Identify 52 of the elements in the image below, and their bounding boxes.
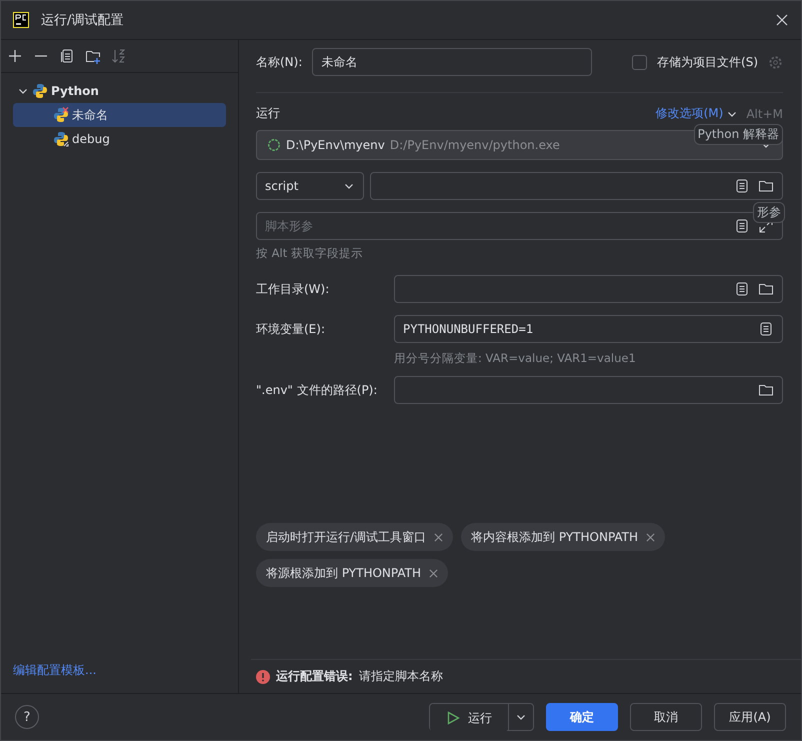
- script-type-dropdown[interactable]: script: [256, 172, 364, 200]
- shortcut-hint: Alt+M: [746, 106, 783, 120]
- error-message: 请指定脚本名称: [358, 668, 443, 685]
- new-folder-icon[interactable]: [85, 48, 101, 64]
- play-icon: [446, 711, 460, 725]
- copy-icon[interactable]: [59, 48, 75, 64]
- tree-item[interactable]: debug: [13, 127, 226, 151]
- error-title: 运行配置错误:: [276, 668, 353, 685]
- edit-templates-link[interactable]: 编辑配置模板...: [1, 662, 238, 693]
- python-icon: [53, 107, 69, 123]
- folder-icon[interactable]: [758, 382, 774, 398]
- close-icon[interactable]: [775, 13, 789, 27]
- option-tag[interactable]: 启动时打开运行/调试工具窗口: [256, 523, 454, 551]
- tree-item[interactable]: 未命名: [13, 103, 226, 127]
- apply-button[interactable]: 应用(A): [714, 703, 786, 731]
- name-label: 名称(N):: [256, 54, 302, 70]
- app-logo-icon: [13, 12, 29, 28]
- ok-button[interactable]: 确定: [546, 703, 618, 731]
- input-field[interactable]: PYTHONUNBUFFERED=1: [394, 315, 783, 343]
- name-field[interactable]: 未命名: [312, 48, 592, 76]
- folder-icon[interactable]: [758, 178, 774, 194]
- list-icon[interactable]: [734, 218, 750, 234]
- field-label: 环境变量(E):: [256, 320, 326, 338]
- window-title: 运行/调试配置: [41, 12, 124, 29]
- spinner-icon: [267, 138, 281, 152]
- folder-icon[interactable]: [758, 281, 774, 297]
- python-icon: [53, 131, 69, 147]
- sort-icon[interactable]: [111, 48, 127, 64]
- modify-options-link[interactable]: 修改选项(M): [656, 105, 738, 122]
- tooltip: Python 解释器: [694, 124, 783, 145]
- error-icon: [256, 670, 270, 684]
- checkbox[interactable]: [632, 54, 648, 70]
- input-field[interactable]: [394, 376, 783, 404]
- add-icon[interactable]: [7, 48, 23, 64]
- cancel-button[interactable]: 取消: [630, 703, 702, 731]
- section-title: 运行: [256, 105, 280, 122]
- python-icon: [32, 83, 48, 99]
- list-icon[interactable]: [734, 178, 750, 194]
- help-button[interactable]: ?: [15, 705, 39, 729]
- script-path-field[interactable]: [370, 172, 783, 200]
- field-hint: 按 Alt 获取字段提示: [256, 246, 364, 261]
- tooltip: 形参: [753, 202, 785, 223]
- input-field[interactable]: [394, 275, 783, 303]
- list-icon[interactable]: [734, 281, 750, 297]
- field-label: ".env" 文件的路径(P):: [256, 382, 378, 398]
- option-tag[interactable]: 将内容根添加到 PYTHONPATH: [461, 523, 666, 551]
- option-tag[interactable]: 将源根添加到 PYTHONPATH: [256, 559, 448, 587]
- list-icon[interactable]: [758, 321, 774, 337]
- field-hint: 用分号分隔变量: VAR=value; VAR1=value1: [394, 351, 637, 366]
- tree-item[interactable]: Python: [13, 79, 226, 103]
- store-as-file-label: 存储为项目文件(S): [657, 54, 758, 70]
- field-label: 工作目录(W):: [256, 280, 330, 298]
